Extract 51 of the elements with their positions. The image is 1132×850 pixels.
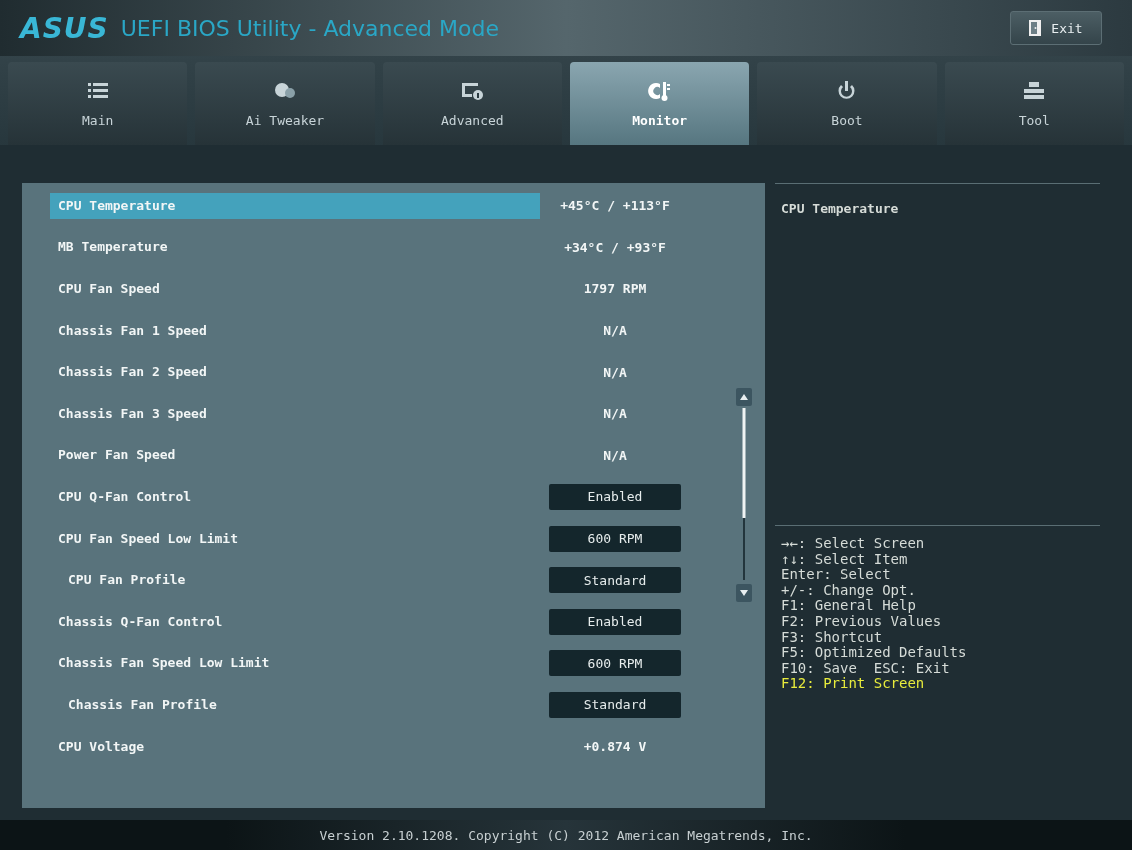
key-hint: ↑↓: Select Item [781,551,909,568]
tab[interactable]: Boot [757,62,937,145]
key-hint: F3: Shortcut [781,629,884,646]
option-button[interactable]: 600 RPM [549,525,681,552]
setting-value: N/A [603,323,627,339]
setting-label[interactable]: Power Fan Speed [50,442,540,469]
tab[interactable]: Monitor [570,62,750,145]
setting-value: 1797 RPM [583,281,647,297]
setting-label[interactable]: CPU Voltage [50,733,540,760]
key-hint: F12: Print Screen [781,676,926,692]
help-title: CPU Temperature [781,201,899,216]
version-text: Version 2.10.1208. Copyright (C) 2012 American Megatrends, Inc. [319,827,813,843]
setting-label[interactable]: Chassis Fan 2 Speed [50,359,540,386]
asus-logo: ASUS [20,11,109,45]
setting-value: N/A [603,447,627,463]
option-button[interactable]: Standard [549,567,681,594]
setting-label[interactable]: CPU Q-Fan Control [50,483,540,510]
setting-value: +0.874 V [583,739,647,754]
setting-label[interactable]: Chassis Fan Profile [50,691,540,718]
option-button[interactable]: 600 RPM [549,650,681,677]
scrollbar[interactable] [735,388,753,603]
tab[interactable]: Advanced [382,62,562,145]
setting-value: N/A [603,364,627,380]
exit-button[interactable]: Exit [1010,11,1102,45]
key-hint: F1: General Help [781,598,917,614]
tab[interactable]: Main [8,62,188,145]
key-hint: F10: Save ESC: Exit [781,660,951,677]
setting-label[interactable]: CPU Fan Speed Low Limit [50,525,540,552]
setting-label[interactable]: CPU Temperature [50,192,540,219]
key-hint: +/-: Change Opt. [781,582,917,599]
door-icon [1029,20,1042,36]
setting-label[interactable]: MB Temperature [50,234,540,261]
option-button[interactable]: Standard [549,691,681,718]
setting-label[interactable]: Chassis Q-Fan Control [50,608,540,635]
key-hint: →←: Select Screen [781,536,926,552]
option-button[interactable]: Enabled [549,483,681,510]
setting-label[interactable]: CPU Fan Profile [50,567,540,594]
setting-label[interactable]: Chassis Fan Speed Low Limit [50,650,540,677]
key-hint: F5: Optimized Defaults [781,645,968,661]
setting-value: +34°C / +93°F [564,239,666,255]
tab[interactable]: Ai Tweaker [195,62,375,145]
tab[interactable]: Tool [944,62,1124,145]
window-title: UEFI BIOS Utility - Advanced Mode [120,15,499,41]
setting-value: +45°C / +113°F [560,198,670,214]
setting-label[interactable]: Chassis Fan 1 Speed [50,317,540,344]
setting-label[interactable]: Chassis Fan 3 Speed [50,400,540,427]
setting-value: N/A [603,406,627,422]
key-hint: Enter: Select [781,567,892,583]
option-button[interactable]: Enabled [549,608,681,635]
key-hint: F2: Previous Values [781,613,943,630]
setting-label[interactable]: CPU Fan Speed [50,276,540,302]
